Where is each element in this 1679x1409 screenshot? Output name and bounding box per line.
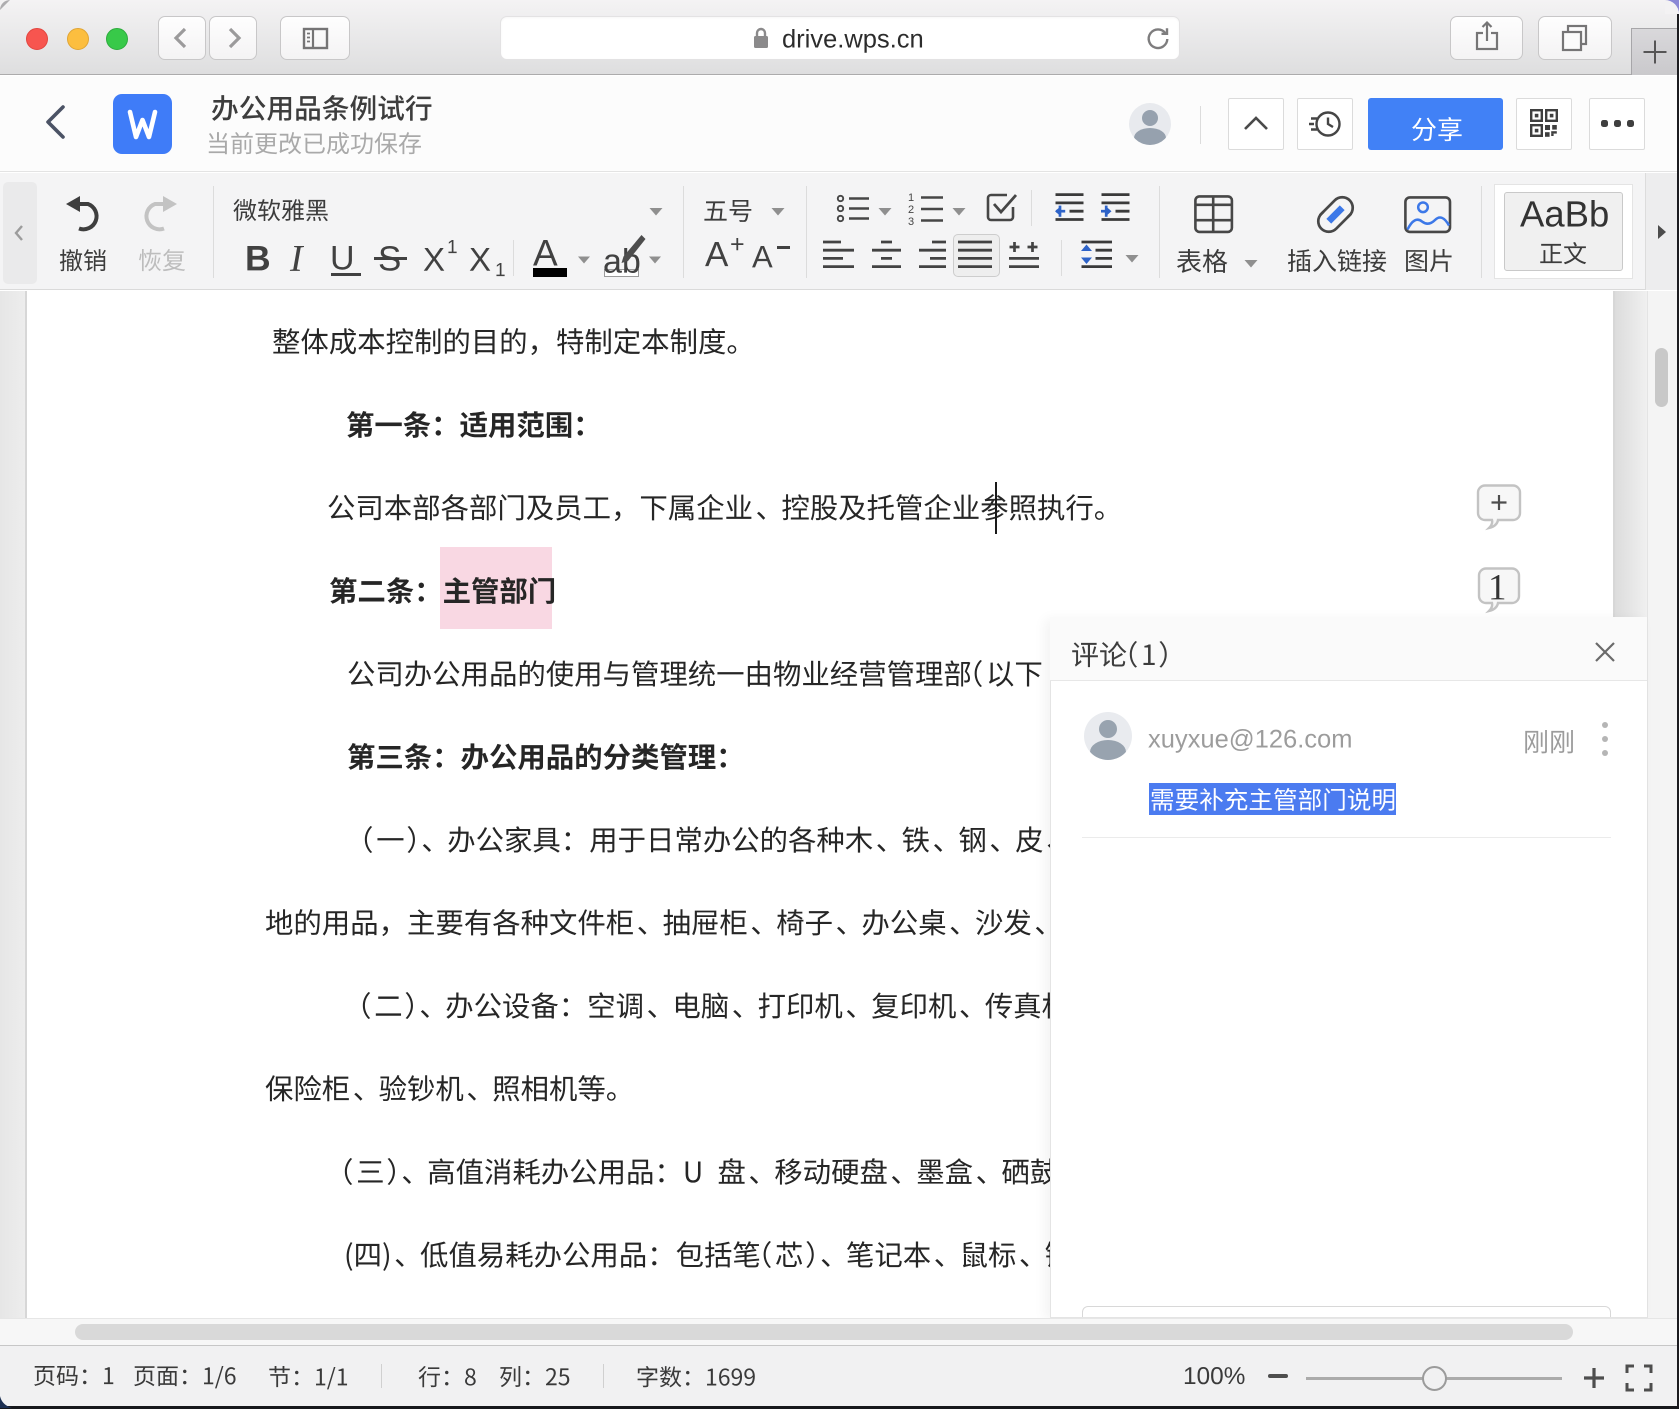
- svg-text:1: 1: [908, 192, 914, 204]
- svg-text:2: 2: [908, 204, 914, 216]
- svg-text:3: 3: [908, 216, 914, 228]
